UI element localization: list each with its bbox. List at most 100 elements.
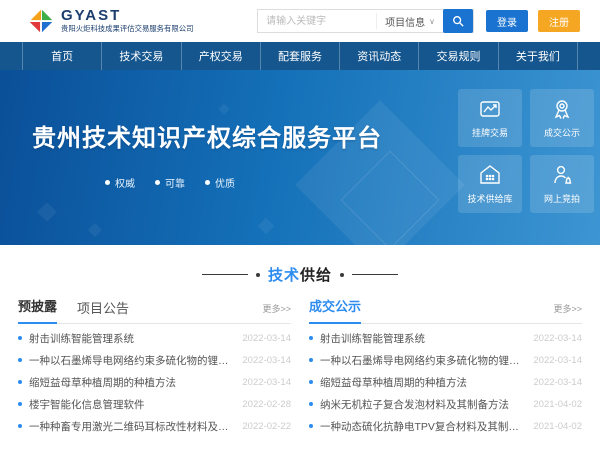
bullet-icon: [309, 358, 313, 362]
more-link[interactable]: 更多>>: [553, 302, 582, 323]
quick-link-online-auction[interactable]: 网上竞拍: [530, 155, 594, 213]
hero-features: 权威 可靠 优质: [32, 175, 308, 190]
pinwheel-logo-icon: [26, 6, 56, 36]
hero-content: 贵州技术知识产权综合服务平台 权威 可靠 优质: [32, 118, 308, 190]
feature-item: 优质: [205, 175, 235, 190]
feature-label: 权威: [115, 175, 135, 190]
decorative-diamond: [88, 223, 102, 237]
bullet-icon: [309, 402, 313, 406]
deal-announcement-list: 射击训练智能管理系统 2022-03-14 一种以石墨烯导电网络约束多硫化物的锂…: [309, 327, 582, 437]
quick-link-deal-announcement[interactable]: 成交公示: [530, 89, 594, 147]
bullet-icon: [18, 402, 22, 406]
logo-texts: GYAST 贵阳火炬科技成果评估交易服务有限公司: [61, 8, 205, 33]
page: GYAST 贵阳火炬科技成果评估交易服务有限公司 项目信息 ∨ 登录 注册: [0, 0, 600, 451]
item-title: 纳米无机粒子复合发泡材料及其制备方法: [320, 397, 523, 412]
quick-link-label: 成交公示: [544, 126, 580, 139]
quick-link-listing-trade[interactable]: 挂牌交易: [458, 89, 522, 147]
item-title: 一种种畜专用激光二维码耳标改性材料及制备...: [29, 419, 232, 434]
section-title-tech-supply: 技术供给: [0, 245, 600, 297]
list-item[interactable]: 一种以石墨烯导电网络约束多硫化物的锂硫电... 2022-03-14: [309, 349, 582, 371]
auction-bidder-icon: [550, 163, 574, 187]
item-date: 2022-03-14: [242, 333, 291, 344]
bullet-icon: [18, 380, 22, 384]
feature-item: 可靠: [155, 175, 185, 190]
nav-item-about-us[interactable]: 关于我们: [498, 42, 578, 70]
tab-pre-disclosure[interactable]: 预披露: [18, 296, 57, 324]
bullet-icon: [18, 424, 22, 428]
login-button[interactable]: 登录: [486, 10, 528, 32]
hero-banner: 贵州技术知识产权综合服务平台 权威 可靠 优质 挂牌交易: [0, 70, 600, 245]
search-icon: [452, 15, 464, 27]
panel-pre-disclosure: 预披露 项目公告 更多>> 射击训练智能管理系统 2022-03-14 一种以石…: [18, 297, 291, 437]
item-date: 2022-02-28: [242, 399, 291, 410]
bullet-icon: [18, 336, 22, 340]
list-item[interactable]: 缩短益母草种植周期的种植方法 2022-03-14: [18, 371, 291, 393]
company-name: 贵阳火炬科技成果评估交易服务有限公司: [61, 25, 193, 33]
item-title: 一种以石墨烯导电网络约束多硫化物的锂硫电...: [320, 353, 523, 368]
list-item[interactable]: 缩短益母草种植周期的种植方法 2022-03-14: [309, 371, 582, 393]
nav-item-home[interactable]: 首页: [22, 42, 101, 70]
item-date: 2021-04-02: [533, 399, 582, 410]
nav-item-news[interactable]: 资讯动态: [339, 42, 418, 70]
item-date: 2022-03-14: [533, 355, 582, 366]
main-nav: 首页 技术交易 产权交易 配套服务 资讯动态 交易规则 关于我们: [0, 42, 600, 70]
list-item[interactable]: 一种动态硫化抗静电TPV复合材料及其制备... 2021-04-02: [309, 415, 582, 437]
search-category-value: 项目信息: [385, 14, 425, 29]
hero-quick-links: 挂牌交易 成交公示 技术供给库: [458, 89, 594, 213]
search-input[interactable]: [258, 10, 376, 32]
feature-label: 优质: [215, 175, 235, 190]
item-title: 射击训练智能管理系统: [29, 331, 232, 346]
quick-link-label: 技术供给库: [467, 192, 512, 205]
nav-item-trade-rules[interactable]: 交易规则: [418, 42, 497, 70]
register-button[interactable]: 注册: [538, 10, 580, 32]
section-title-text: 技术供给: [268, 264, 332, 285]
list-item[interactable]: 纳米无机粒子复合发泡材料及其制备方法 2021-04-02: [309, 393, 582, 415]
more-link[interactable]: 更多>>: [262, 302, 291, 323]
dot-icon: [256, 273, 260, 277]
feature-item: 权威: [105, 175, 135, 190]
list-item[interactable]: 一种以石墨烯导电网络约束多硫化物的锂硫电... 2022-03-14: [18, 349, 291, 371]
chevron-down-icon: ∨: [429, 17, 435, 26]
decorative-diamond: [37, 202, 57, 222]
item-title: 缩短益母草种植周期的种植方法: [29, 375, 232, 390]
logo[interactable]: GYAST 贵阳火炬科技成果评估交易服务有限公司: [26, 6, 205, 36]
item-date: 2021-04-02: [533, 421, 582, 432]
bullet-icon: [18, 358, 22, 362]
feature-label: 可靠: [165, 175, 185, 190]
item-date: 2022-03-14: [242, 355, 291, 366]
news-panels: 预披露 项目公告 更多>> 射击训练智能管理系统 2022-03-14 一种以石…: [18, 297, 582, 437]
search-button[interactable]: [443, 9, 473, 33]
item-date: 2022-02-22: [242, 421, 291, 432]
search-group: 项目信息 ∨ 登录 注册: [257, 9, 580, 33]
item-title: 一种动态硫化抗静电TPV复合材料及其制备...: [320, 419, 523, 434]
item-title: 缩短益母草种植周期的种植方法: [320, 375, 523, 390]
list-item[interactable]: 楼宇智能化信息管理软件 2022-02-28: [18, 393, 291, 415]
tab-project-announcement[interactable]: 项目公告: [77, 298, 129, 324]
panel-head: 预披露 项目公告 更多>>: [18, 297, 291, 324]
dot-icon: [340, 273, 344, 277]
hero-title: 贵州技术知识产权综合服务平台: [32, 118, 308, 153]
section-title-inner: 技术供给: [202, 264, 398, 285]
logo-name: GYAST: [61, 8, 205, 25]
bullet-icon: [309, 380, 313, 384]
nav-item-support-services[interactable]: 配套服务: [260, 42, 339, 70]
warehouse-icon: [478, 163, 502, 187]
item-date: 2022-03-14: [242, 377, 291, 388]
nav-item-property-trade[interactable]: 产权交易: [181, 42, 260, 70]
section-title-highlight: 技术: [268, 267, 300, 284]
list-item[interactable]: 射击训练智能管理系统 2022-03-14: [309, 327, 582, 349]
panel-deal-announcement: 成交公示 更多>> 射击训练智能管理系统 2022-03-14 一种以石墨烯导电…: [309, 297, 582, 437]
quick-link-label: 挂牌交易: [472, 126, 508, 139]
decorative-diamond: [258, 218, 275, 235]
nav-item-tech-trade[interactable]: 技术交易: [101, 42, 180, 70]
medal-icon: [550, 97, 574, 121]
list-item[interactable]: 射击训练智能管理系统 2022-03-14: [18, 327, 291, 349]
list-item[interactable]: 一种种畜专用激光二维码耳标改性材料及制备... 2022-02-22: [18, 415, 291, 437]
quick-link-tech-supply-library[interactable]: 技术供给库: [458, 155, 522, 213]
divider-line: [352, 274, 398, 275]
panel-title-deal-announcement: 成交公示: [309, 296, 361, 324]
search-category-select[interactable]: 项目信息 ∨: [376, 13, 443, 29]
divider-line: [202, 274, 248, 275]
dot-icon: [155, 180, 160, 185]
panel-head: 成交公示 更多>>: [309, 297, 582, 324]
